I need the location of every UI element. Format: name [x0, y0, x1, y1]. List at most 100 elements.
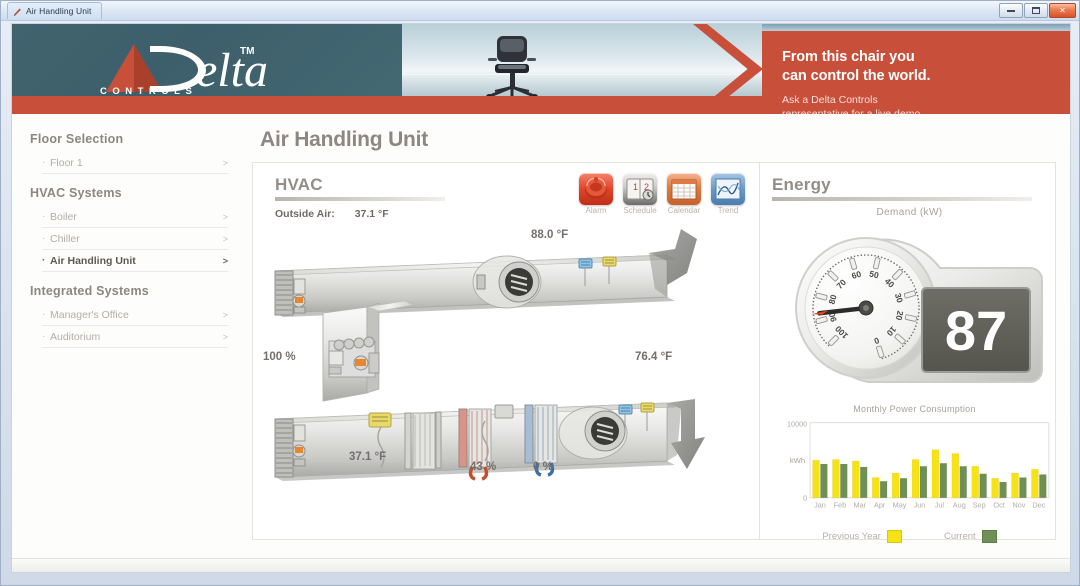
chevron-right-icon: > [222, 233, 228, 244]
body: Floor Selection · Floor 1 > HVAC Systems · Boi… [12, 114, 1070, 572]
nav-group: Integrated Systems · Manager's Office > · Aud… [12, 276, 242, 348]
page-title: Air Handling Unit [260, 128, 429, 151]
banner-horizon [402, 74, 762, 76]
chart-legend: Previous Year Current [772, 530, 1047, 543]
app-icon [13, 7, 21, 16]
os-window: Air Handling Unit ✕ elta TM CONTROLS Fro… [0, 0, 1080, 586]
brand-subtitle: CONTROLS [100, 86, 198, 97]
alarm-button[interactable]: Alarm [577, 173, 615, 215]
chevron-right-icon: > [222, 157, 228, 168]
application-canvas: elta TM CONTROLS From this chair you can… [11, 23, 1071, 573]
calendar-label: Calendar [667, 206, 701, 215]
trademark-symbol: TM [240, 46, 255, 57]
sidebar-item-boiler[interactable]: · Boiler > [42, 206, 228, 228]
chevron-right-icon: > [222, 331, 228, 342]
chevron-right-icon: > [222, 309, 228, 320]
svg-text:Mar: Mar [853, 500, 866, 509]
svg-text:Aug: Aug [953, 500, 966, 509]
banner-sub-2: representative for a live demo. [782, 107, 930, 114]
energy-panel-title: Energy [772, 175, 831, 194]
legend-label: Previous Year [822, 531, 881, 542]
maximize-icon [1032, 7, 1040, 14]
bullet-icon: · [42, 210, 46, 222]
window-title: Air Handling Unit [26, 6, 92, 16]
gauge-graphic: 0102030405060708090100 87 [795, 237, 1043, 383]
window-tab[interactable]: Air Handling Unit [7, 2, 103, 19]
legend-item: Previous Year [822, 530, 902, 543]
energy-panel: Energy Demand (kW) 0 10 20 30 40 50 60 7… [759, 163, 1057, 543]
mixed-air-temp-label: 37.1 °F [349, 451, 387, 463]
close-icon: ✕ [1059, 5, 1066, 15]
bullet-icon: · [42, 308, 46, 320]
status-bar [12, 558, 1070, 572]
sidebar-item-label: Air Handling Unit [50, 254, 136, 267]
alarm-icon [579, 173, 613, 205]
window-titlebar: Air Handling Unit ✕ [1, 1, 1079, 21]
gauge-title: Demand (kW) [876, 207, 943, 218]
outside-air-value: 37.1 °F [354, 208, 389, 220]
svg-text:elta: elta [196, 44, 268, 97]
banner-headline-1: From this chair you [782, 49, 915, 65]
legend-label: Current [943, 531, 976, 542]
legend-swatch [981, 530, 997, 543]
minimize-button[interactable] [999, 3, 1023, 18]
svg-text:Sep: Sep [973, 500, 986, 509]
chart-title: Monthly Power Consumption [853, 404, 976, 414]
sidebar-item-label: Floor 1 [50, 156, 83, 169]
maximize-button[interactable] [1024, 3, 1048, 18]
bullet-icon: · [42, 156, 46, 168]
bullet-icon: · [42, 254, 46, 266]
window-controls: ✕ [999, 3, 1076, 18]
nav-group: Floor Selection · Floor 1 > [12, 124, 242, 174]
minimize-icon [1007, 9, 1015, 12]
svg-text:Feb: Feb [834, 500, 847, 509]
svg-text:Jan: Jan [814, 500, 826, 509]
svg-text:Jul: Jul [935, 500, 945, 509]
outside-air-label: Outside Air: [275, 208, 335, 220]
svg-text:Nov: Nov [1012, 500, 1025, 509]
chart-graphic: 10000 0 kWh Jan Feb Mar Apr May Jun Jul Aug Sep Oct N… [787, 420, 1050, 509]
energy-title-rule [772, 197, 1032, 201]
content-area: Air Handling Unit HVAC Outside Air: 37.1… [242, 114, 1070, 572]
cooling-valve-label: 0 % [533, 461, 553, 473]
sidebar-item-manager-s-office[interactable]: · Manager's Office > [42, 304, 228, 326]
ahu-diagram[interactable]: 88.0 °F 100 % 76.4 °F 37.1 °F 43 % 0 % [263, 223, 715, 523]
svg-text:Jun: Jun [914, 500, 926, 509]
damper-position-label: 100 % [263, 351, 296, 363]
svg-text:kWh: kWh [790, 456, 805, 465]
ahu-schematic-graphic [274, 229, 705, 481]
sidebar: Floor Selection · Floor 1 > HVAC Systems · Boi… [12, 114, 242, 572]
panels-container: HVAC Outside Air: 37.1 °F Alarm 1 2 Sche… [252, 162, 1057, 543]
legend-item: Current [944, 530, 997, 543]
calendar-button[interactable]: Calendar [665, 173, 703, 215]
hvac-toolbar: Alarm 1 2 Schedule Calendar Trend [577, 173, 747, 215]
trend-button[interactable]: Trend [709, 173, 747, 215]
svg-text:87: 87 [945, 299, 1007, 362]
heating-valve-label: 43 % [470, 461, 497, 473]
svg-text:Apr: Apr [874, 500, 886, 509]
sidebar-item-chiller[interactable]: · Chiller > [42, 228, 228, 250]
nav-group: HVAC Systems · Boiler > · Chiller > · Air Handli… [12, 178, 242, 272]
banner-message: From this chair you can control the worl… [782, 48, 931, 114]
svg-text:10000: 10000 [787, 420, 807, 429]
sidebar-item-floor-1[interactable]: · Floor 1 > [42, 152, 228, 174]
hvac-panel: HVAC Outside Air: 37.1 °F Alarm 1 2 Sche… [253, 163, 759, 539]
schedule-button[interactable]: 1 2 Schedule [621, 173, 659, 215]
sidebar-item-label: Chiller [50, 232, 80, 245]
sidebar-item-label: Manager's Office [50, 308, 129, 321]
calendar-icon [667, 173, 701, 205]
svg-text:Oct: Oct [993, 500, 1004, 509]
chevron-right-icon: > [222, 255, 228, 266]
sidebar-item-auditorium[interactable]: · Auditorium > [42, 326, 228, 348]
bullet-icon: · [42, 232, 46, 244]
power-consumption-chart[interactable]: Monthly Power Consumption 10000 0 kWh Jan Fe… [772, 404, 1057, 524]
svg-text:1: 1 [633, 182, 638, 192]
svg-text:Dec: Dec [1032, 500, 1045, 509]
legend-swatch [886, 530, 902, 543]
svg-text:May: May [893, 500, 907, 509]
nav-group-heading: Floor Selection [30, 132, 124, 146]
demand-gauge[interactable]: 0 10 20 30 40 50 60 70 80 90 100 87 [772, 220, 1052, 400]
sidebar-item-air-handling-unit[interactable]: · Air Handling Unit > [42, 250, 228, 272]
close-button[interactable]: ✕ [1049, 3, 1076, 18]
brand-banner: elta TM CONTROLS From this chair you can… [12, 24, 1070, 114]
